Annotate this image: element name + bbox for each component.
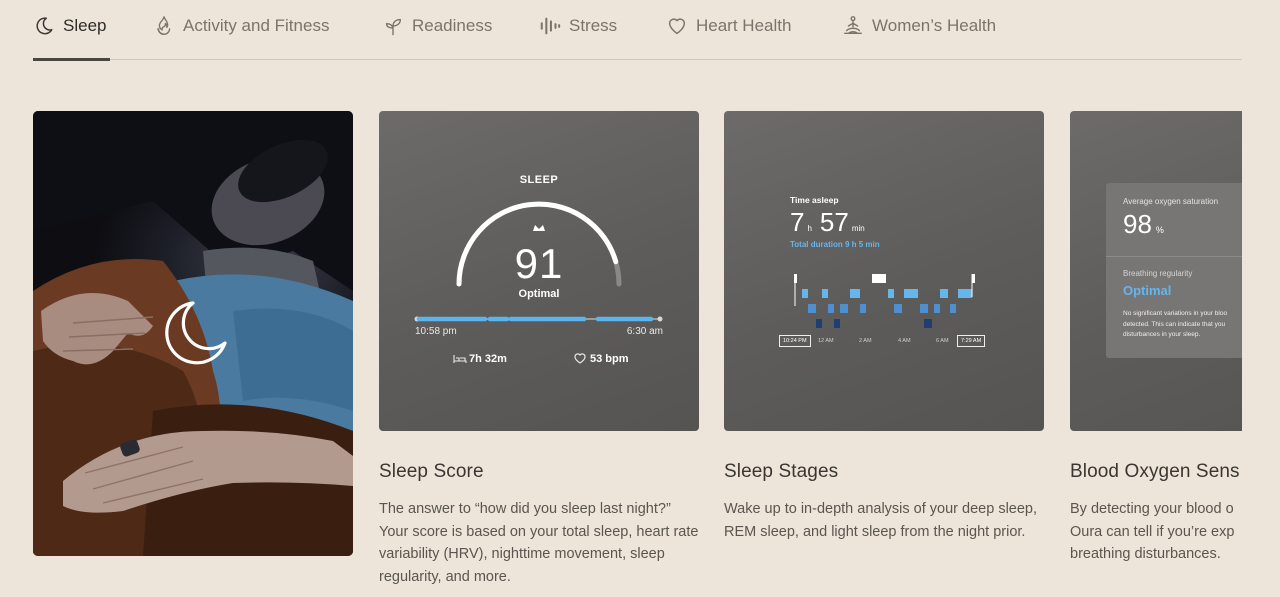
flame-icon bbox=[157, 16, 171, 35]
sleep-stage-segment bbox=[828, 304, 834, 313]
divider bbox=[1106, 256, 1242, 257]
oxygen-unit: % bbox=[1155, 225, 1164, 235]
card-description: The answer to “how did you sleep last ni… bbox=[379, 501, 699, 585]
axis-end: 7:29 AM bbox=[957, 335, 986, 347]
sleep-stages-card[interactable]: Time asleep 7 h 57 min Total duration 9 … bbox=[724, 111, 1044, 543]
sleep-stage-segment bbox=[894, 304, 902, 313]
tab-label: Heart Health bbox=[696, 16, 792, 35]
card-title: Blood Oxygen Sens bbox=[1070, 461, 1240, 482]
card-title: Sleep Score bbox=[379, 461, 484, 482]
axis-start: 10:24 PM bbox=[779, 335, 811, 347]
crown-icon bbox=[533, 225, 545, 231]
tab-womens-health[interactable]: Women’s Health bbox=[842, 16, 996, 60]
tab-sleep[interactable]: Sleep bbox=[33, 16, 110, 61]
tab-readiness[interactable]: Readiness bbox=[382, 16, 492, 60]
axis-tick: 2 AM bbox=[859, 338, 872, 344]
tab-label: Sleep bbox=[63, 16, 107, 35]
axis-tick: 4 AM bbox=[898, 338, 911, 344]
tab-label: Women’s Health bbox=[872, 16, 997, 35]
heart-icon bbox=[574, 353, 586, 364]
card-description: By detecting your blood o Oura can tell … bbox=[1070, 501, 1235, 562]
sleep-stage-segment bbox=[872, 274, 886, 283]
meditation-icon bbox=[844, 16, 862, 35]
sleep-stage-segment bbox=[950, 304, 956, 313]
sleep-stage-segment bbox=[904, 289, 918, 298]
start-time: 10:58 pm bbox=[415, 326, 457, 337]
oxygen-value-group: 98 % bbox=[1123, 209, 1164, 240]
resting-heart-rate: 53 bpm bbox=[590, 353, 629, 365]
tab-bar: Sleep Activity and Fitness Readiness Str… bbox=[33, 0, 1242, 61]
sleep-stages-screen: Time asleep 7 h 57 min Total duration 9 … bbox=[724, 111, 1044, 431]
waveform-icon bbox=[540, 17, 561, 35]
sleep-score-label: Optimal bbox=[518, 288, 560, 300]
sleep-stage-segment bbox=[860, 304, 866, 313]
axis-tick: 6 AM bbox=[936, 338, 949, 344]
sleep-score-value: 91 bbox=[514, 240, 564, 287]
regularity-label: Breathing regularity bbox=[1123, 269, 1193, 278]
sleep-stage-segment bbox=[808, 304, 816, 313]
tab-stress[interactable]: Stress bbox=[539, 16, 617, 60]
tab-label: Activity and Fitness bbox=[183, 16, 330, 35]
tab-heart-health[interactable]: Heart Health bbox=[666, 16, 791, 60]
sleep-stage-segment bbox=[888, 289, 894, 298]
blood-oxygen-screen: Average oxygen saturation 98 % Breathing… bbox=[1070, 111, 1242, 431]
regularity-value: Optimal bbox=[1123, 283, 1172, 298]
tab-label: Readiness bbox=[412, 16, 493, 35]
sprout-icon bbox=[385, 18, 402, 36]
photo-illustration bbox=[33, 111, 353, 556]
sleep-stage-segment bbox=[816, 319, 822, 328]
sleep-score-screen: SLEEP 91 Optimal 10:58 pm 6:30 am 7h 32m… bbox=[379, 111, 699, 431]
axis-tick: 12 AM bbox=[818, 338, 834, 344]
feature-carousel: SLEEP 91 Optimal 10:58 pm 6:30 am 7h 32m… bbox=[33, 111, 1242, 597]
sleep-stage-segment bbox=[822, 289, 828, 298]
card-description: Wake up to in-depth analysis of your dee… bbox=[724, 501, 1038, 540]
blood-oxygen-card[interactable]: Average oxygen saturation 98 % Breathing… bbox=[1070, 111, 1242, 566]
hypnogram bbox=[794, 274, 975, 328]
sleep-stage-segment bbox=[920, 304, 928, 313]
sleep-score-card[interactable]: SLEEP 91 Optimal 10:58 pm 6:30 am 7h 32m… bbox=[379, 111, 699, 588]
sleep-stage-segment bbox=[934, 304, 940, 313]
bed-icon bbox=[453, 355, 467, 363]
sleep-stage-segment bbox=[840, 304, 848, 313]
tab-activity-and-fitness[interactable]: Activity and Fitness bbox=[153, 16, 329, 60]
oxygen-label: Average oxygen saturation bbox=[1123, 197, 1219, 206]
moon-icon bbox=[36, 17, 53, 35]
oxygen-widget: Average oxygen saturation 98 % Breathing… bbox=[1106, 183, 1242, 358]
sleep-duration: 7h 32m bbox=[469, 353, 507, 365]
sleeping-person-photo bbox=[33, 111, 353, 556]
heart-icon bbox=[668, 18, 686, 35]
tab-label: Stress bbox=[569, 16, 618, 35]
oxygen-note: No significant variations in your bloo d… bbox=[1123, 310, 1228, 338]
end-time: 6:30 am bbox=[626, 326, 663, 337]
hypnogram-axis: 10:24 PM 12 AM 2 AM 4 AM 6 AM 7:29 AM bbox=[779, 335, 989, 349]
sleep-stage-segment bbox=[940, 289, 948, 298]
sleep-stage-segment bbox=[958, 289, 972, 298]
sleep-stage-segment bbox=[834, 319, 840, 328]
sleep-stage-segment bbox=[802, 289, 808, 298]
sleep-stage-segment bbox=[850, 289, 860, 298]
sleep-stage-segment bbox=[924, 319, 932, 328]
oxygen-value: 98 bbox=[1123, 209, 1152, 239]
card-title: Sleep Stages bbox=[724, 461, 839, 482]
